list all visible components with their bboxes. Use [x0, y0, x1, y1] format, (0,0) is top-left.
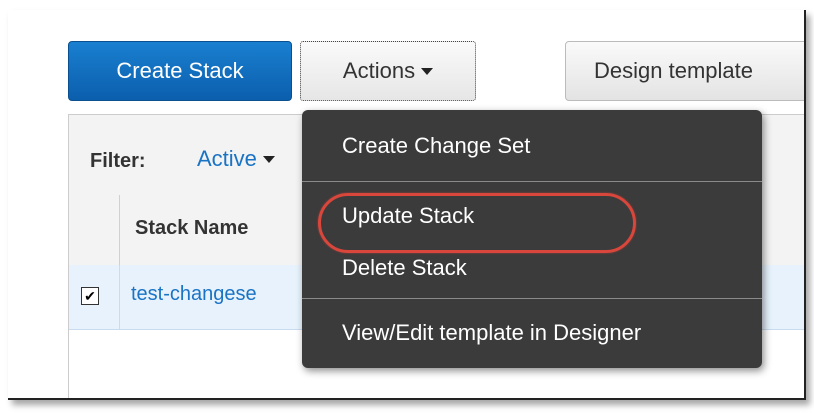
- menu-item-view-edit-template[interactable]: View/Edit template in Designer: [302, 303, 762, 363]
- stack-name-link[interactable]: test-changese: [131, 283, 257, 306]
- row-checkbox-cell: ✔: [69, 265, 120, 329]
- actions-label: Actions: [342, 58, 416, 83]
- filter-label: Filter:: [90, 150, 146, 172]
- cloudformation-console-frame: Create Stack Actions Design template Fil…: [8, 10, 806, 400]
- menu-item-label: View/Edit template in Designer: [342, 320, 642, 345]
- menu-item-label: Create Change Set: [342, 133, 531, 158]
- actions-button[interactable]: Actions: [300, 41, 476, 101]
- create-stack-label: Create Stack: [116, 58, 244, 83]
- menu-item-create-change-set[interactable]: Create Change Set: [302, 116, 762, 176]
- design-template-label: Design template: [594, 58, 753, 83]
- menu-divider: [302, 181, 762, 182]
- menu-divider: [302, 298, 762, 299]
- column-header-stack-name[interactable]: Stack Name: [135, 217, 248, 240]
- caret-down-icon: [262, 155, 275, 163]
- filter-value: Active: [197, 146, 257, 171]
- design-template-button[interactable]: Design template: [565, 41, 804, 101]
- row-checkbox[interactable]: ✔: [81, 287, 99, 305]
- update-stack-highlight-annotation: [318, 193, 636, 253]
- caret-down-icon: [421, 67, 434, 75]
- create-stack-button[interactable]: Create Stack: [68, 41, 292, 101]
- menu-item-label: Delete Stack: [342, 255, 467, 280]
- header-checkbox-column: [69, 195, 120, 265]
- filter-dropdown[interactable]: Active: [197, 146, 275, 172]
